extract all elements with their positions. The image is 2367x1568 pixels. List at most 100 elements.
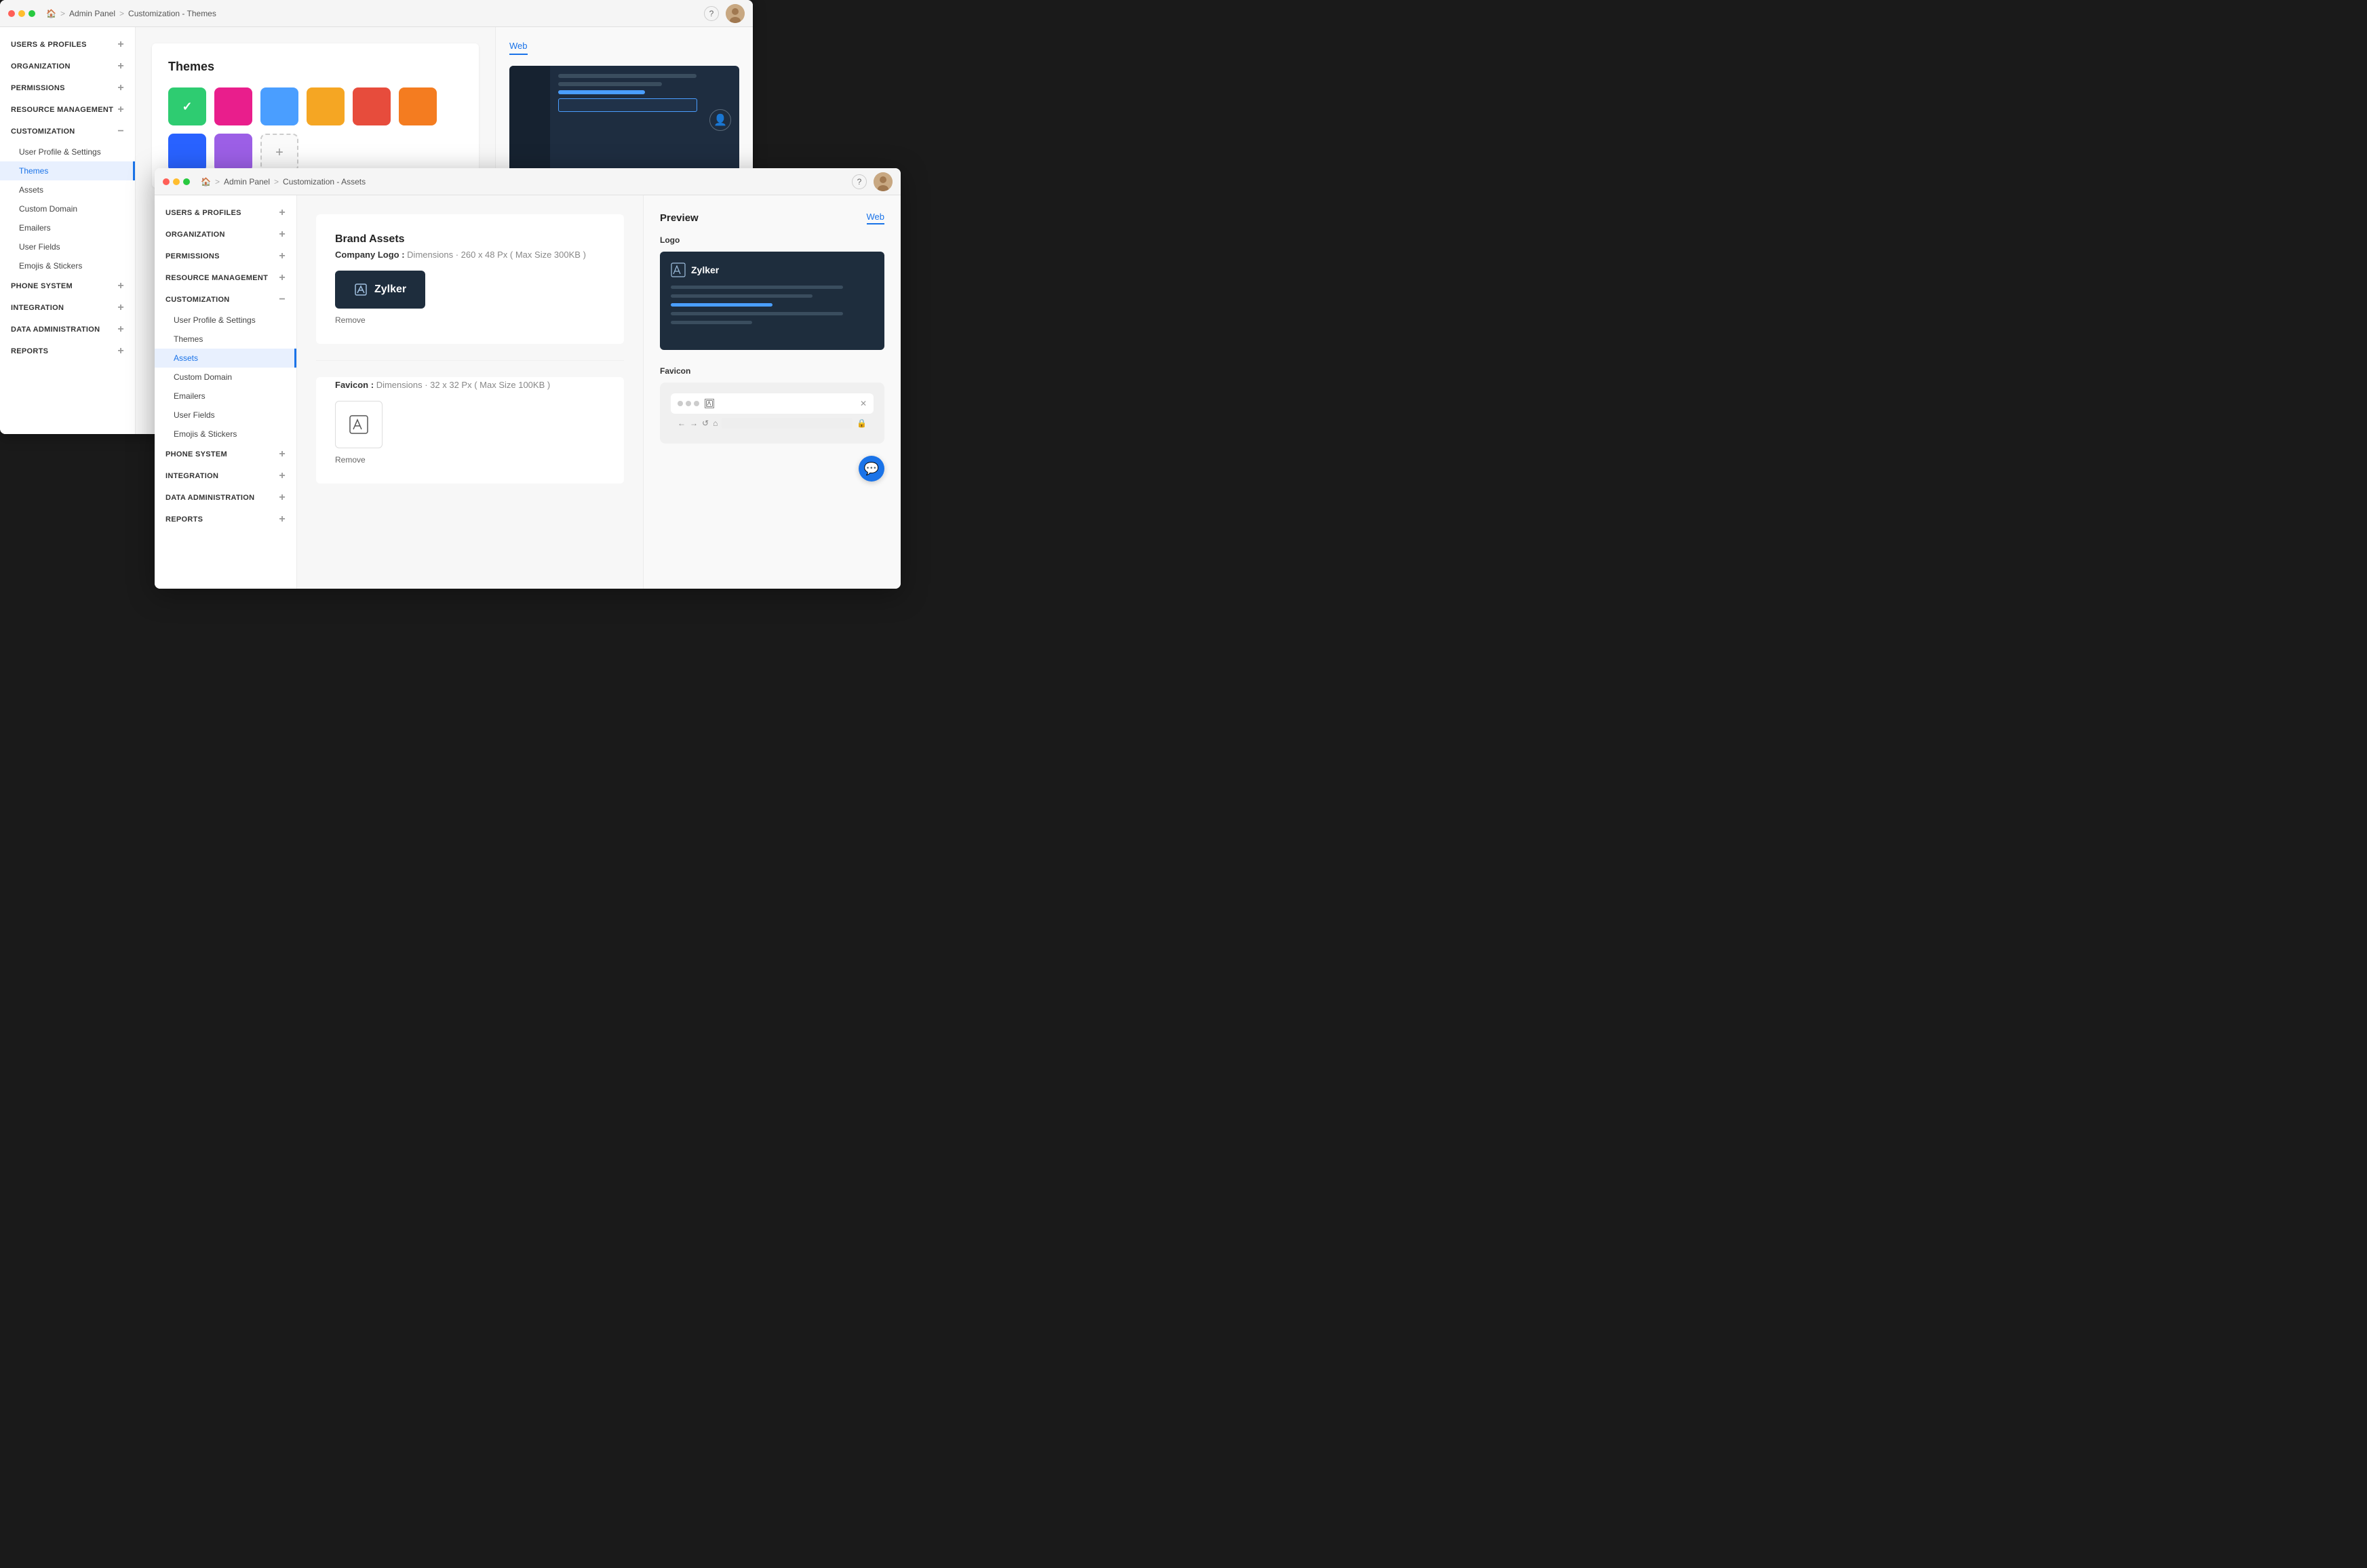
sidebar-item-users-profiles[interactable]: USERS & PROFILES + [0, 34, 135, 56]
sidebar-item-organization[interactable]: ORGANIZATION + [155, 224, 296, 246]
sidebar-item-permissions[interactable]: PERMISSIONS + [155, 246, 296, 267]
sidebar-sub-user-fields[interactable]: User Fields [155, 406, 296, 425]
expand-icon: + [279, 449, 286, 460]
logo-preview-header: Zylker [671, 262, 874, 277]
sidebar-sub-user-profile[interactable]: User Profile & Settings [155, 311, 296, 330]
sidebar-item-resource-management[interactable]: RESOURCE MANAGEMENT + [0, 99, 135, 121]
preview-header: Preview Web [660, 212, 884, 224]
sidebar-sub-assets[interactable]: Assets [155, 349, 296, 368]
assets-titlebar: 🏠 > Admin Panel > Customization - Assets… [155, 168, 901, 195]
preview-web-tab[interactable]: Web [867, 212, 885, 224]
sidebar-sub-assets[interactable]: Assets [0, 180, 135, 199]
sidebar-sub-emailers[interactable]: Emailers [0, 218, 135, 237]
sidebar-item-resource-management[interactable]: RESOURCE MANAGEMENT + [155, 267, 296, 289]
theme-swatch-blue[interactable] [260, 87, 298, 125]
sidebar-item-organization[interactable]: ORGANIZATION + [0, 56, 135, 77]
remove-favicon-link[interactable]: Remove [335, 455, 605, 465]
close-dot[interactable] [8, 10, 15, 17]
logo-preview-box: Zylker [660, 252, 884, 350]
nav-forward[interactable]: → [690, 418, 698, 428]
browser-close-icon[interactable]: ✕ [860, 399, 867, 408]
sidebar-sub-emojis[interactable]: Emojis & Stickers [0, 256, 135, 275]
close-dot[interactable] [163, 178, 170, 185]
sidebar-sub-themes[interactable]: Themes [155, 330, 296, 349]
breadcrumb: 🏠 > Admin Panel > Customization - Themes [46, 9, 216, 18]
preview-title: Preview [660, 212, 699, 224]
expand-icon: + [117, 61, 124, 72]
browser-dots [678, 401, 699, 406]
mockup-sidebar [509, 66, 550, 174]
chat-button[interactable]: 💬 [859, 456, 884, 482]
breadcrumb-admin[interactable]: Admin Panel [224, 177, 270, 187]
sidebar-item-permissions[interactable]: PERMISSIONS + [0, 77, 135, 99]
sidebar-sub-user-fields[interactable]: User Fields [0, 237, 135, 256]
expand-icon: + [279, 229, 286, 240]
collapse-icon: − [279, 294, 286, 305]
preview-line-4 [671, 312, 843, 315]
preview-line-1 [671, 286, 843, 289]
maximize-dot[interactable] [28, 10, 35, 17]
themes-sidebar: USERS & PROFILES + ORGANIZATION + PERMIS… [0, 27, 136, 434]
theme-swatch-yellow[interactable] [307, 87, 345, 125]
avatar[interactable] [874, 172, 893, 191]
sidebar-item-phone[interactable]: PHONE SYSTEM + [0, 275, 135, 297]
theme-swatch-orange[interactable] [399, 87, 437, 125]
mockup-line-1 [558, 74, 697, 78]
favicon-upload-area[interactable] [335, 401, 383, 448]
sidebar-item-phone[interactable]: PHONE SYSTEM + [155, 444, 296, 465]
favicon-preview-box: ✕ ← → ↺ ⌂ 🔒 [660, 383, 884, 444]
avatar[interactable] [726, 4, 745, 23]
window-controls [163, 178, 190, 185]
preview-line-3 [671, 303, 772, 307]
preview-logo-text: Zylker [691, 264, 719, 275]
preview-web-tab[interactable]: Web [509, 41, 528, 55]
sidebar-item-customization[interactable]: CUSTOMIZATION − [155, 289, 296, 311]
browser-favicon [705, 399, 714, 408]
home-icon[interactable]: 🏠 [201, 177, 211, 187]
sidebar-item-customization[interactable]: CUSTOMIZATION − [0, 121, 135, 142]
expand-icon: + [279, 514, 286, 525]
nav-reload[interactable]: ↺ [702, 418, 709, 428]
titlebar-actions: ? [852, 172, 893, 191]
theme-swatch-purple[interactable] [214, 134, 252, 172]
browser-dot-3 [694, 401, 699, 406]
home-icon[interactable]: 🏠 [46, 9, 56, 18]
maximize-dot[interactable] [183, 178, 190, 185]
breadcrumb-admin[interactable]: Admin Panel [69, 9, 115, 18]
browser-url[interactable] [722, 418, 853, 429]
theme-swatch-pink[interactable] [214, 87, 252, 125]
help-button[interactable]: ? [704, 6, 719, 21]
assets-body: USERS & PROFILES + ORGANIZATION + PERMIS… [155, 195, 901, 589]
expand-icon: + [117, 346, 124, 357]
theme-color-grid: + [168, 87, 463, 172]
themes-titlebar: 🏠 > Admin Panel > Customization - Themes… [0, 0, 753, 27]
assets-preview: Preview Web Logo Zylker [643, 195, 901, 589]
sidebar-item-integration[interactable]: INTEGRATION + [155, 465, 296, 487]
sidebar-sub-emojis[interactable]: Emojis & Stickers [155, 425, 296, 444]
sidebar-item-data-admin[interactable]: DATA ADMINISTRATION + [0, 319, 135, 340]
theme-swatch-red[interactable] [353, 87, 391, 125]
sidebar-item-reports[interactable]: REPORTS + [155, 509, 296, 530]
sidebar-sub-emailers[interactable]: Emailers [155, 387, 296, 406]
expand-icon: + [279, 251, 286, 262]
mockup-avatar: 👤 [709, 109, 731, 131]
sidebar-sub-custom-domain[interactable]: Custom Domain [0, 199, 135, 218]
theme-swatch-darkblue[interactable] [168, 134, 206, 172]
sidebar-item-reports[interactable]: REPORTS + [0, 340, 135, 362]
theme-swatch-add[interactable]: + [260, 134, 298, 172]
nav-home[interactable]: ⌂ [713, 418, 718, 428]
sidebar-sub-themes[interactable]: Themes [0, 161, 135, 180]
minimize-dot[interactable] [18, 10, 25, 17]
remove-logo-link[interactable]: Remove [335, 315, 605, 325]
help-button[interactable]: ? [852, 174, 867, 189]
zylker-logo-icon [354, 283, 368, 296]
sidebar-item-users-profiles[interactable]: USERS & PROFILES + [155, 202, 296, 224]
sidebar-item-integration[interactable]: INTEGRATION + [0, 297, 135, 319]
minimize-dot[interactable] [173, 178, 180, 185]
nav-back[interactable]: ← [678, 418, 686, 428]
sidebar-sub-custom-domain[interactable]: Custom Domain [155, 368, 296, 387]
sidebar-sub-user-profile[interactable]: User Profile & Settings [0, 142, 135, 161]
logo-upload-area[interactable]: Zylker [335, 271, 425, 309]
sidebar-item-data-admin[interactable]: DATA ADMINISTRATION + [155, 487, 296, 509]
theme-swatch-green[interactable] [168, 87, 206, 125]
